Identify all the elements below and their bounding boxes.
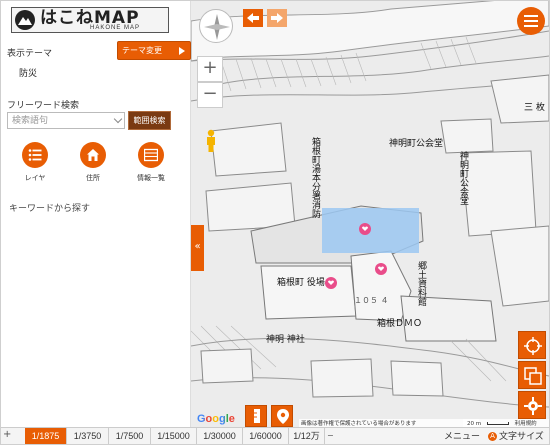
address-button[interactable] <box>80 142 106 168</box>
layer-label: レイヤ <box>24 175 46 182</box>
keyword-search-label: フリーワード検索 <box>7 100 80 110</box>
scale-option-120000[interactable]: 1/12万 <box>289 428 325 444</box>
map-label-kyodo-shiryokan: 郷土資料館 <box>416 261 426 306</box>
table-list-icon <box>144 148 158 162</box>
map-label-fire-station: 箱根町湯本分署消防 <box>310 137 320 218</box>
measure-button[interactable] <box>245 405 267 427</box>
street-view-pegman-icon[interactable] <box>204 129 218 157</box>
keyword-browse-link[interactable]: キーワードから探す <box>9 201 90 214</box>
map-pin-icon <box>359 223 371 235</box>
theme-change-button[interactable]: テーマ変更 <box>117 41 191 60</box>
expand-plus-icon[interactable]: + <box>3 429 11 440</box>
scale-option-3750[interactable]: 1/3750 <box>67 428 109 444</box>
scale-option-7500[interactable]: 1/7500 <box>109 428 151 444</box>
back-button[interactable] <box>243 9 263 27</box>
play-arrow-icon <box>179 47 185 55</box>
scale-selector-bar: + 1/1875 1/3750 1/7500 1/15000 1/30000 1… <box>1 427 549 444</box>
map-label-town-office: 箱根町 役場 <box>277 278 325 288</box>
map-label-shinmei-jinja: 神明 神社 <box>266 335 305 345</box>
range-search-button[interactable]: 範囲検索 <box>128 111 171 130</box>
sidebar: はこねMAP HAKONE MAP 表示テーマ 防災 テーマ変更 フリーワード検… <box>1 1 191 427</box>
hakone-map-logo[interactable]: はこねMAP HAKONE MAP <box>11 7 169 33</box>
info-list-label: 情報一覧 <box>137 175 165 182</box>
forward-button[interactable] <box>267 9 287 27</box>
text-size-icon: A <box>488 432 497 441</box>
layers-stack-button[interactable] <box>518 361 546 389</box>
theme-label: 表示テーマ <box>7 48 53 58</box>
scale-option-1875[interactable]: 1/1875 <box>25 428 67 444</box>
google-logo: Google <box>197 413 235 425</box>
compass-control[interactable] <box>199 9 233 43</box>
theme-value: 防災 <box>19 68 38 78</box>
layer-list-icon <box>28 149 42 161</box>
current-location-button[interactable] <box>518 331 546 359</box>
scroll-indicator[interactable]: − <box>327 431 334 440</box>
app-window: はこねMAP HAKONE MAP 表示テーマ 防災 テーマ変更 フリーワード検… <box>0 0 550 445</box>
copy-layers-icon <box>524 367 542 385</box>
ruler-icon <box>254 409 260 423</box>
zoom-in-button[interactable]: + <box>197 56 223 82</box>
layer-button[interactable] <box>22 142 48 168</box>
scale-option-60000[interactable]: 1/60000 <box>243 428 289 444</box>
map-scale-bar: 20 m 利用規約 <box>463 419 549 427</box>
google-logo-text: Google <box>197 413 235 425</box>
mountain-logo-icon <box>15 10 35 30</box>
keyword-placeholder: 検索語句 <box>12 115 49 125</box>
map-base-layer <box>191 1 549 427</box>
zoom-out-button[interactable]: − <box>197 82 223 108</box>
map-label-dmo: 箱根ＤＭＯ <box>377 319 423 329</box>
scale-option-30000[interactable]: 1/30000 <box>197 428 243 444</box>
chevron-down-icon[interactable] <box>113 114 123 124</box>
settings-button[interactable] <box>518 391 546 419</box>
address-label: 住所 <box>86 175 100 182</box>
collapse-sidebar-button[interactable]: « <box>191 225 204 271</box>
house-icon <box>87 149 99 161</box>
map-label-mitsu: 三 枚 <box>524 103 545 113</box>
map-label-lot-number: １０５ ４ <box>354 296 389 305</box>
scale-line <box>486 422 509 425</box>
scale-option-15000[interactable]: 1/15000 <box>151 428 197 444</box>
location-pin-icon <box>277 409 289 424</box>
map-label-kouminkan: 神明町公会堂 <box>389 139 444 149</box>
map-menu-button[interactable] <box>517 7 545 35</box>
crosshair-icon <box>524 337 542 355</box>
info-list-button[interactable] <box>138 142 164 168</box>
keyword-search-input[interactable]: 検索語句 <box>7 112 125 129</box>
hamburger-menu-icon <box>524 15 538 27</box>
gear-icon <box>524 397 542 415</box>
map-label-kouminkan-vertical: 神明町公会堂 <box>458 151 468 205</box>
text-size-link[interactable]: 文字サイズ <box>499 429 544 442</box>
copyright-notice: 画像は著作権で保護されている場合があります <box>299 419 479 427</box>
compass-icon <box>204 14 230 40</box>
place-pin-button[interactable] <box>271 405 293 427</box>
bottom-menu-link[interactable]: メニュー <box>444 429 480 442</box>
theme-change-label: テーマ変更 <box>122 46 162 55</box>
logo-subtitle: HAKONE MAP <box>90 25 141 31</box>
arrow-right-icon <box>271 13 283 23</box>
arrow-left-icon <box>247 13 259 23</box>
map-canvas[interactable]: 神明町公会堂 神明町公会堂 箱根町湯本分署消防 箱根町 役場 郷土資料館 箱根Ｄ… <box>191 1 549 427</box>
